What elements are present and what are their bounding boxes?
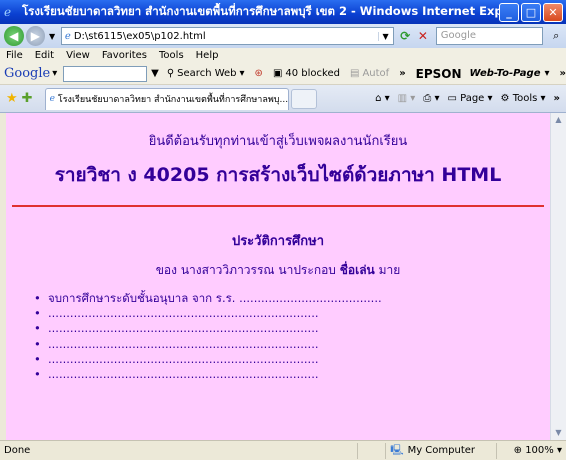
security-zone[interactable]: 🖳 My Computer — [385, 442, 496, 459]
search-web-button[interactable]: ⚲ Search Web ▾ — [167, 68, 245, 79]
divider-line — [12, 205, 544, 207]
tab-page-icon: ℯ — [49, 94, 55, 104]
ie-icon: ℯ — [4, 5, 12, 19]
binoculars-icon: ⚲ — [166, 68, 175, 79]
vertical-scrollbar[interactable]: ▲ ▼ — [550, 113, 566, 440]
address-toolbar: ◀ ▶ ▼ ℯ D:\st6115\ex05\p102.html ▼ ⟳ ✕ G… — [0, 24, 566, 48]
tools-menu-button[interactable]: ⚙ Tools ▾ — [501, 93, 546, 104]
home-icon[interactable]: ⌂ ▾ — [375, 93, 390, 104]
zoom-control[interactable]: ⊕ 100% ▾ — [496, 442, 566, 459]
address-url[interactable]: D:\st6115\ex05\p102.html — [74, 31, 378, 42]
tab-active[interactable]: ℯ โรงเรียนชัยบาดาลวิทยา สำนักงานเขตพื้นท… — [44, 87, 289, 110]
list-item: ........................................… — [34, 337, 382, 352]
google-toolbar: Google ▾ ▼ ⚲ Search Web ▾ ⊛ ▣ 40 blocked… — [0, 63, 566, 85]
search-web-label: Search Web — [177, 68, 237, 79]
add-favorites-icon[interactable]: ✚ — [22, 91, 33, 106]
back-button[interactable]: ◀ — [4, 26, 24, 46]
print-icon[interactable]: ⎙ ▾ — [423, 93, 439, 104]
address-dropdown-icon[interactable]: ▼ — [377, 31, 393, 41]
search-input[interactable]: Google — [435, 27, 544, 45]
google-dropdown-icon[interactable]: ▾ — [52, 68, 57, 79]
epson-logo: EPSON — [415, 66, 462, 81]
menu-file[interactable]: File — [6, 50, 23, 61]
autofill-icon: ▤ — [349, 68, 360, 79]
toolbar-overflow[interactable]: » — [399, 68, 405, 79]
tools-menu-label: Tools — [512, 93, 538, 104]
toolbar-overflow-2[interactable]: » — [560, 68, 566, 79]
menu-edit[interactable]: Edit — [35, 50, 54, 61]
tab-bar: ★ ✚ ℯ โรงเรียนชัยบาดาลวิทยา สำนักงานเขตพ… — [0, 85, 566, 113]
popup-blocker-button[interactable]: ▣ 40 blocked — [273, 68, 340, 79]
list-item: จบการศึกษาระดับชั้นอนุบาล จาก ร.ร. .....… — [34, 291, 382, 306]
section-title: ประวัติการศึกษา — [231, 234, 325, 249]
new-tab-button[interactable] — [290, 88, 317, 109]
page-icon: ℯ — [64, 30, 71, 42]
list-item: ........................................… — [34, 367, 382, 382]
nickname-value: มาย — [378, 263, 401, 277]
list-item: ........................................… — [34, 321, 382, 336]
page-title: รายวิชา ง 40205 การสร้างเว็บไซต์ด้วยภาษา… — [54, 164, 502, 186]
maximize-button[interactable]: □ — [521, 2, 541, 22]
owner-name: นางสาววิภาวรรณ นาประกอบ — [180, 263, 336, 277]
owner-line: ของ นางสาววิภาวรรณ นาประกอบ ชื่อเล่น มาย — [6, 261, 550, 280]
command-bar-overflow[interactable]: » — [554, 93, 560, 104]
status-empty-cell — [357, 442, 385, 459]
menu-help[interactable]: Help — [196, 50, 219, 61]
owner-prefix: ของ — [155, 263, 177, 277]
page-content: ยินดีต้อนรับทุกท่านเข้าสู่เว็บเพจผลงานนั… — [6, 113, 550, 440]
zoom-icon: ⊕ — [513, 444, 522, 456]
scroll-up-icon[interactable]: ▲ — [551, 113, 566, 127]
computer-icon: 🖳 — [390, 444, 404, 456]
window-controls: _ □ ✕ — [499, 2, 563, 22]
command-bar: ⌂ ▾ ▥ ▾ ⎙ ▾ ▭ Page ▾ ⚙ Tools ▾ » — [375, 93, 560, 104]
search-web-dropdown-icon: ▾ — [239, 68, 245, 79]
search-icon[interactable]: ⌕ — [546, 29, 566, 43]
nickname-label: ชื่อเล่น — [339, 263, 375, 277]
title-bar: ℯ โรงเรียนชัยบาดาลวิทยา สำนักงานเขตพื้นท… — [0, 0, 566, 24]
refresh-icon[interactable]: ⟳ — [397, 29, 415, 43]
web-to-page-button[interactable]: Web-To-Page — [470, 68, 541, 79]
welcome-text: ยินดีต้อนรับทุกท่านเข้าสู่เว็บเพจผลงานนั… — [148, 134, 408, 149]
zone-label: My Computer — [407, 444, 475, 456]
list-item: ........................................… — [34, 306, 382, 321]
stop-icon[interactable]: ✕ — [414, 29, 432, 43]
web-to-page-dropdown-icon[interactable]: ▾ — [545, 68, 550, 79]
education-list: จบการศึกษาระดับชั้นอนุบาล จาก ร.ร. .....… — [34, 291, 382, 382]
popup-blocked-count: 40 blocked — [285, 68, 340, 79]
feeds-icon[interactable]: ▥ ▾ — [398, 93, 416, 104]
pagerank-icon[interactable]: ⊛ — [255, 68, 263, 79]
page-menu-label: Page — [460, 93, 485, 104]
autofill-label: Autof — [362, 68, 390, 79]
favorites-star-icon[interactable]: ★ — [6, 91, 18, 106]
google-logo[interactable]: Google — [4, 66, 50, 81]
tab-title: โรงเรียนชัยบาดาลวิทยา สำนักงานเขตพื้นที่… — [57, 95, 289, 105]
scroll-down-icon[interactable]: ▼ — [551, 426, 566, 440]
forward-button[interactable]: ▶ — [25, 26, 46, 46]
google-search-dropdown-icon[interactable]: ▼ — [151, 68, 159, 79]
close-button[interactable]: ✕ — [543, 2, 563, 22]
window-title: โรงเรียนชัยบาดาลวิทยา สำนักงานเขตพื้นที่… — [22, 4, 499, 18]
history-dropdown-icon[interactable]: ▼ — [47, 32, 57, 41]
menu-tools[interactable]: Tools — [159, 50, 184, 61]
zoom-dropdown-icon: ▾ — [556, 444, 562, 456]
status-text: Done — [4, 445, 31, 456]
list-item: ........................................… — [34, 352, 382, 367]
menu-bar: File Edit View Favorites Tools Help — [0, 48, 566, 63]
autofill-button[interactable]: ▤ Autof — [350, 68, 389, 79]
status-bar: Done 🖳 My Computer ⊕ 100% ▾ — [0, 440, 566, 460]
google-search-input[interactable] — [63, 65, 148, 82]
page-menu-button[interactable]: ▭ Page ▾ — [447, 93, 492, 104]
menu-favorites[interactable]: Favorites — [102, 50, 147, 61]
zoom-level: 100% — [525, 444, 554, 456]
minimize-button[interactable]: _ — [499, 2, 519, 22]
menu-view[interactable]: View — [66, 50, 90, 61]
address-field[interactable]: ℯ D:\st6115\ex05\p102.html ▼ — [60, 27, 394, 45]
popup-blocker-icon: ▣ — [272, 68, 283, 79]
